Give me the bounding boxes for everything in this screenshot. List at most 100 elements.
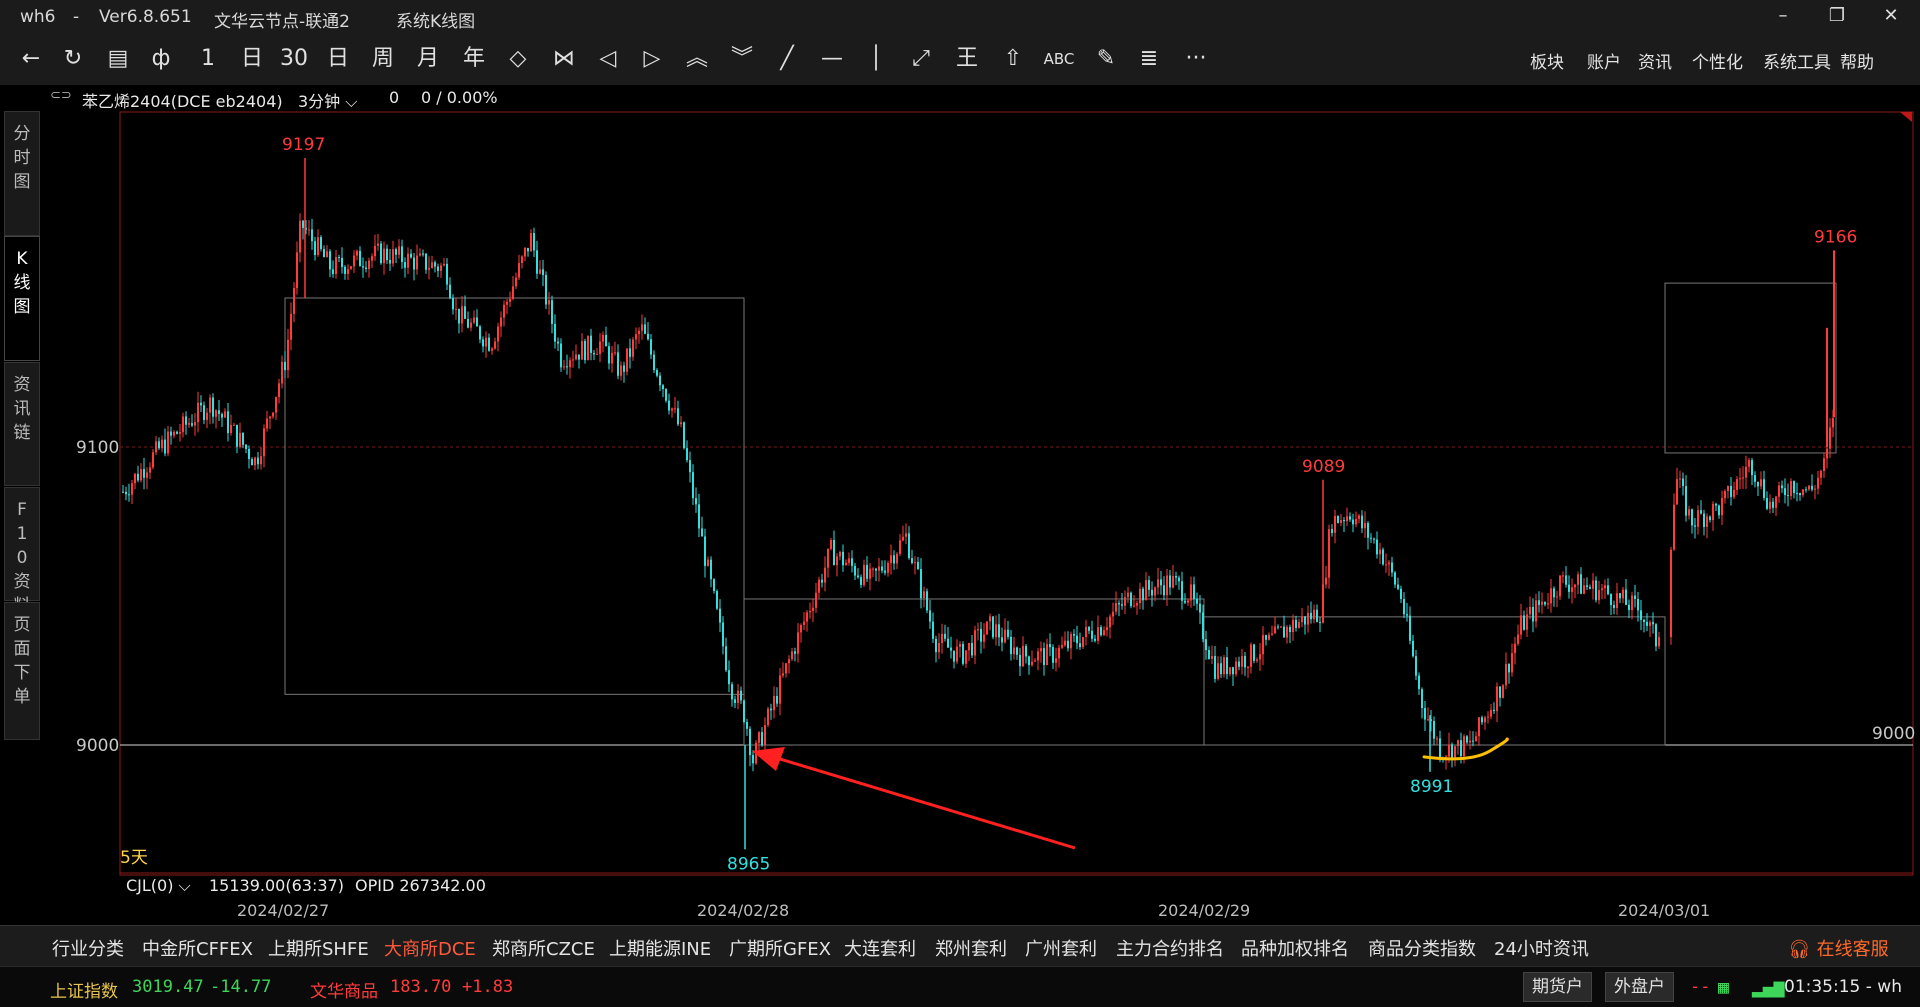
candle-body (338, 256, 340, 258)
y-tick-label: 9000 (76, 736, 119, 756)
menu-sector[interactable]: 板块 (1530, 48, 1564, 73)
refresh-icon[interactable]: ↻ (57, 46, 89, 72)
close-icon[interactable]: ✕ (1876, 5, 1906, 26)
candle-body (1580, 574, 1582, 594)
candle-body (1304, 616, 1306, 625)
horizontal-line-icon[interactable]: — (816, 46, 848, 72)
foreign-account-button[interactable]: 外盘户 (1605, 972, 1674, 1002)
minimize-icon[interactable]: – (1768, 5, 1798, 26)
candle-body (173, 431, 175, 436)
eraser-icon[interactable]: ✎ (1090, 46, 1122, 72)
exchange-tab[interactable]: 大商所DCE (384, 935, 476, 961)
monitor-icon[interactable]: ▦ (1718, 977, 1729, 998)
candle-body (1256, 659, 1258, 661)
menu-account[interactable]: 账户 (1587, 48, 1621, 73)
candle-body (824, 567, 826, 583)
vertical-line-icon[interactable]: │ (860, 46, 892, 72)
candle-body (1097, 627, 1099, 641)
indicator-list-icon[interactable]: ≣ (1133, 46, 1165, 72)
candle-body (1745, 466, 1747, 478)
zoom-out-icon[interactable]: ⋈ (548, 46, 580, 72)
text-tool-icon[interactable]: ABC (1043, 46, 1075, 72)
contract-name[interactable]: 苯乙烯2404(DCE eb2404) (82, 88, 283, 112)
candle-body (692, 472, 694, 499)
exchange-tab[interactable]: 广州套利 (1025, 935, 1097, 961)
menu-personalize[interactable]: 个性化 (1692, 48, 1743, 73)
candle-body (1253, 644, 1255, 661)
line-tool-icon[interactable]: ╱ (771, 46, 803, 72)
candle-type-icon[interactable]: ф (145, 46, 177, 72)
exchange-tab[interactable]: 行业分类 (52, 935, 124, 961)
candle-body (1784, 488, 1786, 496)
kline-chart[interactable]: 9100 9000 9000 9197 8965 9089 8991 9166 5天 (0, 111, 1920, 925)
period-select[interactable]: 3分钟 ⌵ (298, 88, 357, 112)
period-day-icon[interactable]: 日 (236, 46, 268, 72)
candle-body (1421, 689, 1423, 709)
candle-body (1310, 612, 1312, 620)
candle-body (1598, 590, 1600, 601)
grid-tool-icon[interactable]: 王 (951, 46, 983, 72)
candle-body (233, 424, 235, 426)
list-icon[interactable]: ▤ (102, 46, 134, 72)
period-daily-icon[interactable]: 日 (322, 46, 354, 72)
menu-news[interactable]: 资讯 (1638, 48, 1672, 73)
candle-body (875, 568, 877, 571)
period-week-icon[interactable]: 周 (367, 46, 399, 72)
period-year-icon[interactable]: 年 (458, 46, 490, 72)
indicator-name[interactable]: CJL(0) ⌵ (126, 876, 191, 896)
scroll-right-icon[interactable]: ▷ (636, 46, 668, 72)
candle-body (1496, 686, 1498, 712)
candle-body (1391, 562, 1393, 573)
candle-body (1385, 564, 1387, 566)
ray-tool-icon[interactable]: ⤢ (905, 46, 937, 72)
candle-body (944, 633, 946, 639)
arrow-up-icon[interactable]: ⇧ (997, 46, 1029, 72)
menu-help[interactable]: 帮助 (1840, 48, 1874, 73)
menu-system-tools[interactable]: 系统工具 (1763, 48, 1831, 73)
candle-body (509, 298, 511, 302)
exchange-tab[interactable]: 主力合约排名 (1116, 935, 1224, 961)
exchange-tab[interactable]: 上期能源INE (609, 935, 711, 961)
exchange-tab[interactable]: 品种加权排名 (1241, 935, 1349, 961)
exchange-tab[interactable]: 中金所CFFEX (142, 935, 253, 961)
online-service-button[interactable]: 🎧︎ 在线客服 (1788, 935, 1889, 961)
indicator-value: 15139.00(63:37) (209, 876, 344, 895)
candle-body (1283, 626, 1285, 638)
candle-body (863, 564, 865, 585)
candle-body (437, 266, 439, 271)
candle-body (695, 498, 697, 505)
scroll-left-icon[interactable]: ◁ (592, 46, 624, 72)
period-month-icon[interactable]: 月 (412, 46, 444, 72)
candle-body (1373, 538, 1375, 540)
back-icon[interactable]: ← (15, 46, 47, 72)
expand-icon[interactable]: ︽ (681, 46, 713, 72)
exchange-tab[interactable]: 郑州套利 (935, 935, 1007, 961)
more-icon[interactable]: ··· (1180, 46, 1212, 72)
candle-body (671, 408, 673, 411)
candle-body (179, 432, 181, 434)
exchange-tab[interactable]: 广期所GFEX (729, 935, 831, 961)
candle-body (194, 422, 196, 426)
period-1min-icon[interactable]: 1 (192, 46, 224, 72)
candle-body (1577, 574, 1579, 585)
candle-body (1601, 588, 1603, 591)
candle-body (677, 408, 679, 425)
candle-body (782, 673, 784, 676)
candle-body (1541, 601, 1543, 605)
candle-body (1328, 529, 1330, 578)
exchange-tab[interactable]: 大连套利 (844, 935, 916, 961)
exchange-tab[interactable]: 24小时资讯 (1494, 935, 1589, 961)
zoom-in-icon[interactable]: ◇ (502, 46, 534, 72)
exchange-tab[interactable]: 上期所SHFE (268, 935, 369, 961)
futures-account-button[interactable]: 期货户 (1523, 972, 1592, 1002)
candle-body (1790, 481, 1792, 496)
candle-body (1175, 575, 1177, 578)
candle-body (314, 241, 316, 256)
restore-icon[interactable]: ❐ (1822, 5, 1852, 26)
exchange-tab[interactable]: 商品分类指数 (1368, 935, 1476, 961)
exchange-tab[interactable]: 郑商所CZCE (492, 935, 595, 961)
candle-body (1286, 626, 1288, 638)
collapse-icon[interactable]: ︾ (726, 46, 758, 72)
period-30min-icon[interactable]: 30 (278, 46, 310, 72)
candle-body (872, 568, 874, 570)
